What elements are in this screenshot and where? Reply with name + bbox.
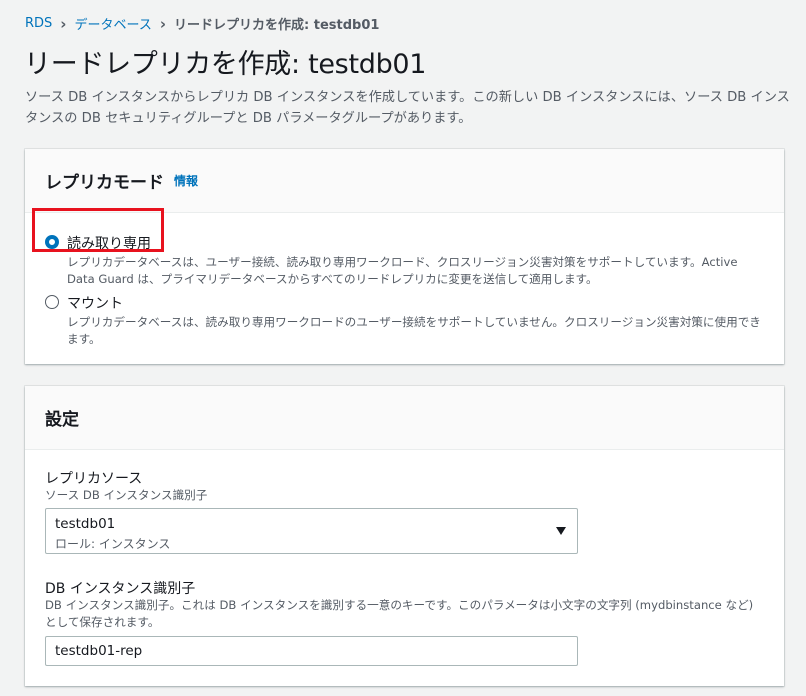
- breadcrumb-current: リードレプリカを作成: testdb01: [174, 18, 380, 33]
- replica-mode-panel: レプリカモード 情報 読み取り専用 レプリカデータベースは、ユーザー接続、読み取…: [25, 149, 784, 364]
- replica-mode-header: レプリカモード 情報: [25, 149, 784, 213]
- radio-mounted-label: マウント: [67, 296, 123, 312]
- chevron-right-icon: ›: [159, 14, 167, 33]
- instance-identifier-label: DB インスタンス識別子: [45, 581, 196, 597]
- settings-header: 設定: [25, 386, 784, 450]
- info-link[interactable]: 情報: [174, 172, 198, 189]
- chevron-right-icon: ›: [60, 14, 67, 33]
- radio-unchecked-icon[interactable]: [45, 295, 59, 309]
- settings-title: 設定: [45, 410, 79, 430]
- breadcrumb-databases-link[interactable]: データベース: [74, 14, 151, 33]
- replica-source-select[interactable]: testdb01 ロール: インスタンス: [45, 508, 578, 554]
- replica-source-label: レプリカソース: [45, 471, 143, 487]
- instance-identifier-hint: DB インスタンス識別子。これは DB インスタンスを識別する一意のキーです。こ…: [45, 598, 754, 629]
- page-description: ソース DB インスタンスからレプリカ DB インスタンスを作成しています。この…: [25, 90, 790, 126]
- breadcrumb-rds-link[interactable]: RDS: [25, 16, 52, 31]
- replica-source-role: ロール: インスタンス: [55, 537, 171, 551]
- breadcrumb: RDS › データベース › リードレプリカを作成: testdb01: [25, 14, 380, 34]
- replica-source-value: testdb01: [55, 516, 116, 532]
- settings-panel: 設定 レプリカソース ソース DB インスタンス識別子 testdb01 ロール…: [25, 386, 784, 686]
- radio-read-only-description: レプリカデータベースは、ユーザー接続、読み取り専用ワークロード、クロスリージョン…: [67, 255, 738, 286]
- highlight-box: [32, 208, 164, 252]
- caret-down-icon[interactable]: [556, 527, 566, 535]
- replica-mode-title: レプリカモード: [45, 173, 164, 193]
- instance-identifier-input[interactable]: [45, 636, 578, 666]
- radio-mounted-description: レプリカデータベースは、読み取り専用ワークロードのユーザー接続をサポートしていま…: [67, 315, 761, 346]
- replica-source-hint: ソース DB インスタンス識別子: [45, 488, 208, 502]
- page-title: リードレプリカを作成: testdb01: [24, 49, 427, 80]
